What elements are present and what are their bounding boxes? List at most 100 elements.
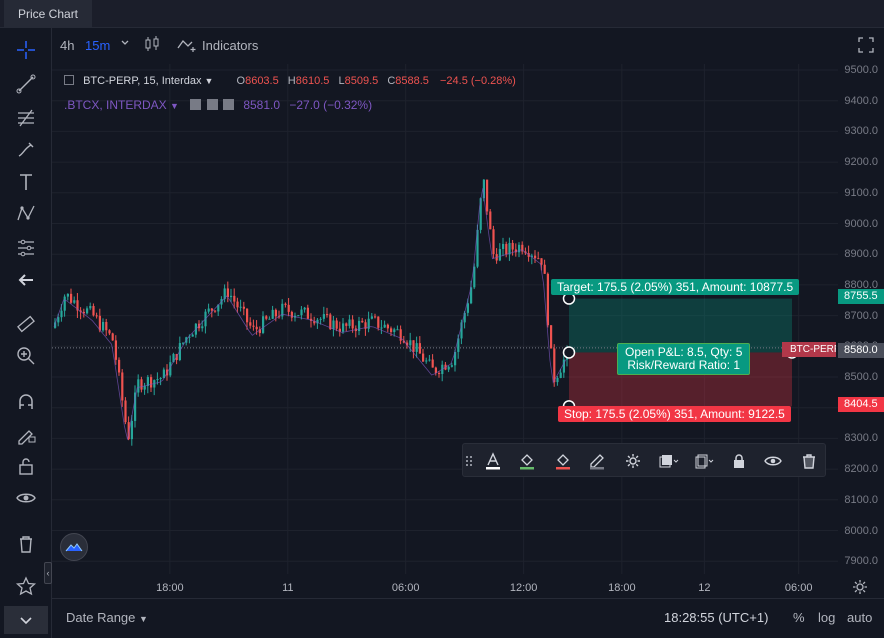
candle-body: [332, 320, 335, 329]
candle-body: [345, 323, 348, 326]
percent-toggle[interactable]: %: [793, 610, 805, 625]
candle-body: [73, 300, 76, 303]
back-arrow-icon[interactable]: [12, 266, 40, 294]
text-tool-icon[interactable]: [12, 168, 40, 196]
candle-body: [214, 310, 217, 312]
trash-icon[interactable]: [797, 449, 821, 473]
target-label[interactable]: Target: 175.5 (2.05%) 351, Amount: 10877…: [551, 279, 800, 295]
stop-label[interactable]: Stop: 175.5 (2.05%) 351, Amount: 9122.5: [558, 406, 791, 422]
compare-value: 8581.0: [243, 98, 281, 112]
time-tick: 18:00: [156, 582, 184, 594]
trend-line-icon[interactable]: [12, 70, 40, 98]
chevron-down-icon: ▼: [139, 614, 148, 624]
candle-body: [486, 179, 489, 212]
candle-body: [242, 306, 245, 309]
candle-body: [383, 324, 386, 328]
candle-body: [233, 295, 236, 302]
collapse-toolbar-icon[interactable]: [4, 606, 48, 634]
clock[interactable]: 18:28:55 (UTC+1): [664, 610, 768, 625]
fullscreen-icon[interactable]: [858, 37, 874, 56]
current-price-label: 8580.0: [838, 343, 884, 358]
fill-target-icon[interactable]: [515, 449, 539, 473]
interval-15m[interactable]: 15m: [85, 38, 110, 53]
candle-body: [390, 328, 393, 333]
prediction-icon[interactable]: [12, 234, 40, 262]
chart-pane[interactable]: [52, 64, 838, 574]
clone-icon[interactable]: [691, 449, 717, 473]
candle-body: [447, 366, 450, 370]
candle-body: [412, 340, 415, 352]
lock-icon[interactable]: [727, 449, 751, 473]
interval-4h[interactable]: 4h: [60, 38, 74, 53]
stop-price-label: 8404.5: [838, 397, 884, 412]
ruler-icon[interactable]: [12, 310, 40, 338]
tab-price-chart[interactable]: Price Chart: [4, 0, 93, 28]
candle-body: [105, 321, 108, 331]
price-tick: 8200.0: [844, 463, 878, 476]
fill-stop-icon[interactable]: [551, 449, 575, 473]
price-tick: 8900.0: [844, 248, 878, 261]
candle-body: [265, 316, 268, 319]
date-range-label: Date Range: [66, 610, 136, 625]
candle-body: [230, 295, 233, 298]
candle-body: [370, 316, 373, 319]
candle-body: [386, 324, 389, 329]
candle-body: [438, 373, 441, 375]
lock-drawing-icon[interactable]: [12, 420, 40, 448]
candle-body: [498, 249, 501, 261]
gear-icon[interactable]: [852, 579, 868, 600]
crosshair-icon[interactable]: [12, 36, 40, 64]
candle-body: [121, 372, 124, 401]
layers-icon[interactable]: [655, 449, 681, 473]
close-icon[interactable]: [222, 99, 234, 110]
candles-icon[interactable]: [144, 35, 160, 56]
pencil-icon[interactable]: [585, 449, 609, 473]
gear-icon[interactable]: [206, 99, 218, 110]
price-axis[interactable]: 9500.0 9400.0 9300.0 9200.0 9100.0 9000.0 8900…: [838, 64, 884, 574]
gear-icon[interactable]: [621, 449, 645, 473]
candle-body: [431, 359, 434, 368]
indicators-button[interactable]: Indicators: [202, 38, 258, 53]
candle-body: [130, 420, 133, 440]
eye-icon[interactable]: [190, 99, 202, 110]
chevron-down-icon[interactable]: [120, 36, 130, 51]
candle-body: [300, 309, 303, 316]
eye-icon[interactable]: [12, 484, 40, 512]
candle-body: [348, 319, 351, 326]
fib-tool-icon[interactable]: [12, 104, 40, 132]
log-toggle[interactable]: log: [818, 610, 835, 625]
zoom-icon[interactable]: [12, 342, 40, 370]
auto-toggle[interactable]: auto: [847, 610, 872, 625]
compare-symbol[interactable]: .BTCX, INTERDAX: [64, 98, 167, 112]
candle-body: [98, 315, 101, 331]
trash-icon[interactable]: [12, 530, 40, 558]
eye-icon[interactable]: [761, 449, 785, 473]
brush-icon[interactable]: [12, 136, 40, 164]
pattern-icon[interactable]: [12, 200, 40, 228]
drag-handle: [562, 346, 576, 359]
candle-body: [271, 309, 274, 319]
time-axis[interactable]: 18:00 11 06:00 12:00 18:00 12 06:00: [52, 576, 838, 598]
collapse-legend-icon[interactable]: [64, 75, 74, 85]
toolbar-toggle-icon[interactable]: ‹: [44, 562, 52, 584]
indicators-icon[interactable]: [176, 35, 198, 56]
date-range-button[interactable]: Date Range ▼: [66, 610, 148, 625]
candle-body: [191, 334, 194, 337]
chevron-down-icon[interactable]: ▼: [170, 101, 179, 111]
drag-handle-icon[interactable]: [463, 449, 475, 473]
candle-body: [86, 308, 89, 314]
text-color-icon[interactable]: [481, 449, 505, 473]
candle-body: [89, 305, 92, 309]
star-icon[interactable]: [12, 572, 40, 600]
magnet-icon[interactable]: [12, 388, 40, 416]
time-tick: 06:00: [784, 582, 813, 594]
chevron-down-icon[interactable]: ▼: [205, 76, 214, 86]
unlock-icon[interactable]: [12, 452, 40, 480]
logo-icon[interactable]: [60, 533, 88, 561]
pnl-label[interactable]: Open P&L: 8.5, Qty: 5 Risk/Reward Ratio:…: [617, 343, 751, 375]
high-value: 8610.5: [295, 75, 330, 87]
price-tick: 9400.0: [844, 94, 878, 107]
close-value: 8588.5: [395, 75, 429, 87]
candle-body: [502, 243, 505, 250]
main-symbol[interactable]: BTC-PERP, 15, Interdax: [83, 75, 201, 87]
